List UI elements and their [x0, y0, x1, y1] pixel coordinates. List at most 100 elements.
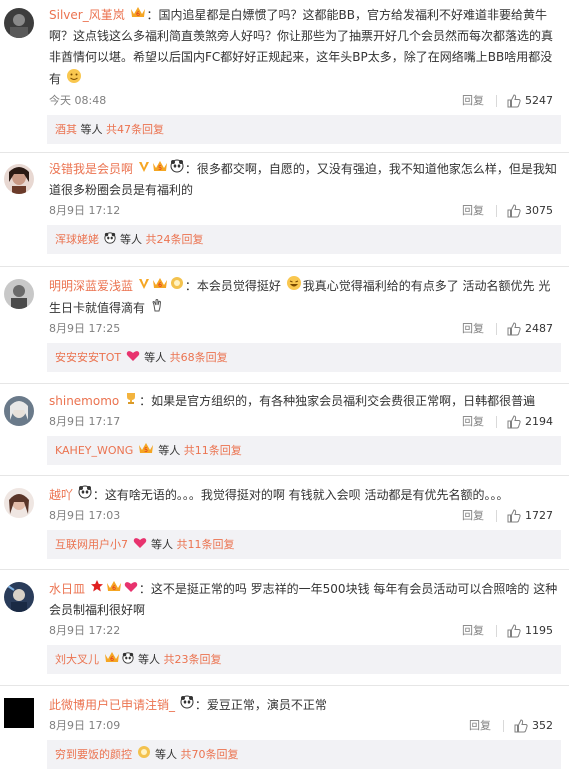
- reply-mid-text: 等人: [77, 123, 106, 136]
- comment-meta: 8月9日 17:22 回复 1195: [49, 621, 561, 641]
- smile-emoji-icon: [66, 68, 82, 91]
- comment-text: shinemomo ：如果是官方组织的，有各种独家会员福利交会费很正常啊，日韩都…: [49, 391, 561, 412]
- divider: [496, 416, 497, 428]
- svg-text:6: 6: [158, 282, 162, 289]
- thumbs-up-icon: [507, 509, 521, 523]
- username[interactable]: shinemomo: [49, 394, 119, 408]
- avatar[interactable]: [4, 164, 34, 194]
- username[interactable]: 明明深蓝爱浅蓝: [49, 279, 133, 293]
- avatar[interactable]: [4, 488, 34, 518]
- reply-username[interactable]: 酒其: [55, 123, 77, 136]
- panda-icon: [180, 695, 194, 716]
- reply-button[interactable]: 回复: [462, 506, 484, 526]
- reply-count[interactable]: 共11条回复: [184, 444, 242, 457]
- like-button[interactable]: 2487: [507, 319, 553, 339]
- reply-summary[interactable]: 刘大叉儿 6 等人 共23条回复: [47, 645, 561, 674]
- reply-button[interactable]: 回复: [462, 319, 484, 339]
- like-count: 352: [532, 719, 553, 732]
- comment-item: shinemomo ：如果是官方组织的，有各种独家会员福利交会费很正常啊，日韩都…: [0, 384, 569, 465]
- like-button[interactable]: 2194: [507, 412, 553, 432]
- reply-summary[interactable]: 安安安安TOT 等人 共68条回复: [47, 343, 561, 372]
- username[interactable]: 越吖: [49, 488, 73, 502]
- comment-item: 此微博用户已申请注销_ ：爱豆正常，演员不正常 8月9日 17:09 回复 35…: [0, 686, 569, 769]
- avatar[interactable]: [4, 8, 34, 38]
- like-button[interactable]: 3075: [507, 201, 553, 221]
- reply-summary[interactable]: 穷到要饭的颜控 等人 共70条回复: [47, 740, 561, 769]
- comment-actions: 回复 2487: [462, 319, 553, 339]
- username[interactable]: 没错我是会员啊: [49, 162, 133, 176]
- divider: [496, 510, 497, 522]
- thumbs-up-icon: [507, 624, 521, 638]
- vip-crown-icon: 6: [104, 646, 120, 675]
- reply-count[interactable]: 共23条回复: [164, 653, 222, 666]
- comment-text: 水日皿 6 ：这不是挺正常的吗 罗志祥的一年500块钱 每年有会员活动可以合照啥的…: [49, 579, 561, 621]
- verified-v-icon: [138, 159, 150, 180]
- hand-gesture-icon: [150, 298, 164, 319]
- trophy-icon: [124, 391, 138, 412]
- reply-username[interactable]: 安安安安TOT: [55, 351, 121, 364]
- thumbs-up-icon: [507, 415, 521, 429]
- reply-username[interactable]: 互联网用户小7: [55, 538, 128, 551]
- divider: [503, 720, 504, 732]
- star-icon: [90, 579, 104, 600]
- thumbs-up-icon: [507, 94, 521, 108]
- timestamp: 8月9日 17:09: [49, 719, 121, 732]
- like-button[interactable]: 5247: [507, 91, 553, 111]
- comment-text: 越吖 ：这有啥无语的。。。我觉得挺对的啊 有钱就入会呗 活动都是有优先名额的。。…: [49, 485, 561, 506]
- like-count: 1727: [525, 509, 553, 522]
- avatar[interactable]: [4, 279, 34, 309]
- reply-button[interactable]: 回复: [462, 201, 484, 221]
- reply-count[interactable]: 共24条回复: [146, 233, 204, 246]
- reply-summary[interactable]: 互联网用户小7 等人 共11条回复: [47, 530, 561, 559]
- reply-mid-text: 等人: [147, 538, 177, 551]
- reply-mid-text: 等人: [116, 233, 146, 246]
- avatar[interactable]: [4, 582, 34, 612]
- reply-mid-text: 等人: [140, 351, 170, 364]
- comment-text: 没错我是会员啊 5 ：很多都交啊，自愿的，又没有强迫，我不知道他家怎么样，但是我知…: [49, 159, 561, 201]
- reply-username[interactable]: 穷到要饭的颜控: [55, 748, 132, 761]
- comment-body: ：爱豆正常，演员不正常: [194, 698, 327, 712]
- reply-username[interactable]: 刘大叉儿: [55, 653, 99, 666]
- username[interactable]: Silver_风堇岚: [49, 8, 125, 22]
- username[interactable]: 水日皿: [49, 582, 85, 596]
- vip-crown-icon: 6: [130, 5, 146, 26]
- panda-icon: [121, 646, 134, 675]
- username[interactable]: 此微博用户已申请注销_: [49, 698, 175, 712]
- svg-text:5: 5: [144, 447, 148, 454]
- reply-button[interactable]: 回复: [462, 91, 484, 111]
- timestamp: 今天 08:48: [49, 94, 107, 107]
- avatar[interactable]: [4, 396, 34, 426]
- reply-summary[interactable]: 酒其 等人 共47条回复: [47, 115, 561, 144]
- reply-button[interactable]: 回复: [462, 621, 484, 641]
- timestamp: 8月9日 17:22: [49, 624, 121, 637]
- avatar[interactable]: [4, 698, 34, 728]
- reply-username[interactable]: KAHEY_WONG: [55, 444, 133, 457]
- vip-crown-icon: 6: [152, 276, 168, 297]
- reply-summary[interactable]: 浑球姥姥 等人 共24条回复: [47, 225, 561, 254]
- like-count: 2487: [525, 322, 553, 335]
- thumbs-up-icon: [507, 204, 521, 218]
- svg-text:6: 6: [112, 585, 116, 592]
- timestamp: 8月9日 17:17: [49, 415, 121, 428]
- reply-count[interactable]: 共47条回复: [106, 123, 164, 136]
- reply-button[interactable]: 回复: [469, 716, 491, 736]
- reply-count[interactable]: 共68条回复: [170, 351, 228, 364]
- reply-count[interactable]: 共70条回复: [181, 748, 239, 761]
- reply-count[interactable]: 共11条回复: [177, 538, 235, 551]
- divider: [496, 95, 497, 107]
- like-button[interactable]: 352: [514, 716, 553, 736]
- reply-mid-text: 等人: [151, 748, 181, 761]
- medal-icon: [170, 276, 184, 297]
- heart-icon: [126, 344, 140, 373]
- comment-meta: 8月9日 17:25 回复 2487: [49, 319, 561, 339]
- reply-summary[interactable]: KAHEY_WONG 5 等人 共11条回复: [47, 436, 561, 465]
- like-button[interactable]: 1727: [507, 506, 553, 526]
- divider: [496, 205, 497, 217]
- reply-username[interactable]: 浑球姥姥: [55, 233, 99, 246]
- comment-item: 水日皿 6 ：这不是挺正常的吗 罗志祥的一年500块钱 每年有会员活动可以合照啥的…: [0, 570, 569, 674]
- comment-actions: 回复 2194: [462, 412, 553, 432]
- reply-button[interactable]: 回复: [462, 412, 484, 432]
- panda-icon: [78, 485, 92, 506]
- like-button[interactable]: 1195: [507, 621, 553, 641]
- like-count: 3075: [525, 204, 553, 217]
